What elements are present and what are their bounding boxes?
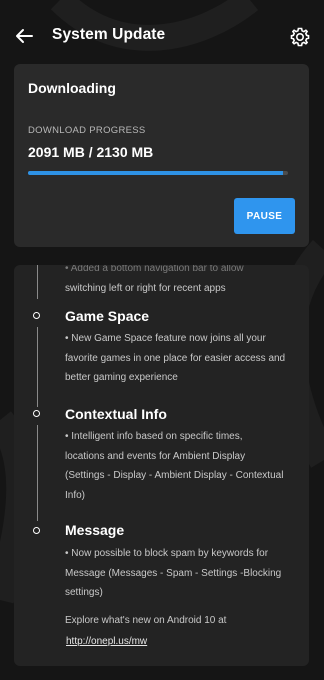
changelog-line: better gaming experience [65,372,178,383]
changelog-line: (Settings - Display - Ambient Display - … [65,470,284,481]
pause-button[interactable]: PAUSE [234,198,295,234]
top-app-bar: System Update [0,0,324,72]
changelog-line: switching left or right for recent apps [65,282,226,294]
changelog-card: • Added a bottom navigation bar to allow… [14,265,309,666]
changelog-line: Message (Messages - Spam - Settings -Blo… [65,567,282,579]
timeline-dot [33,312,40,319]
download-amount: 2091 MB / 2130 MB [28,144,154,160]
changelog-line: settings) [65,587,103,598]
arrow-left-icon [16,29,33,43]
release-notes-link[interactable]: http://onepl.us/mw [66,636,147,647]
download-progress-label: DOWNLOAD PROGRESS [28,125,146,136]
changelog-line: • Added a bottom navigation bar to allow [65,265,244,274]
timeline-dot [33,527,40,534]
changelog-line: favorite games in one place for easier a… [65,352,286,364]
changelog-line: • Intelligent info based on specific tim… [65,431,243,442]
gear-icon [290,27,310,47]
progress-bar-fill [28,171,284,175]
timeline-line [37,425,38,521]
explore-text: Explore what's new on Android 10 at [65,615,227,626]
timeline-dot [33,410,40,417]
section-body-message: • Now possible to block spam by keywords… [65,544,297,603]
changelog-line: • Now possible to block spam by keywords… [65,548,269,559]
progress-bar [28,171,288,175]
section-title-contextual-info: Contextual Info [65,406,167,422]
changelog-partial-item: • Added a bottom navigation bar to allow… [65,265,297,298]
section-title-message: Message [65,522,125,538]
section-body-game-space: • New Game Space feature now joins all y… [65,329,297,388]
back-button[interactable] [10,22,38,50]
section-body-contextual-info: • Intelligent info based on specific tim… [65,427,297,505]
section-title-game-space: Game Space [65,308,150,324]
timeline-line [37,265,38,299]
settings-button[interactable] [287,24,313,50]
changelog-line: locations and events for Ambient Display [65,450,246,462]
download-status-title: Downloading [28,80,116,96]
download-card: Downloading DOWNLOAD PROGRESS 2091 MB / … [14,64,309,247]
changelog-line: • New Game Space feature now joins all y… [65,333,266,344]
changelog-line: Info) [65,489,86,501]
page-title: System Update [52,26,166,43]
timeline-line [37,327,38,407]
